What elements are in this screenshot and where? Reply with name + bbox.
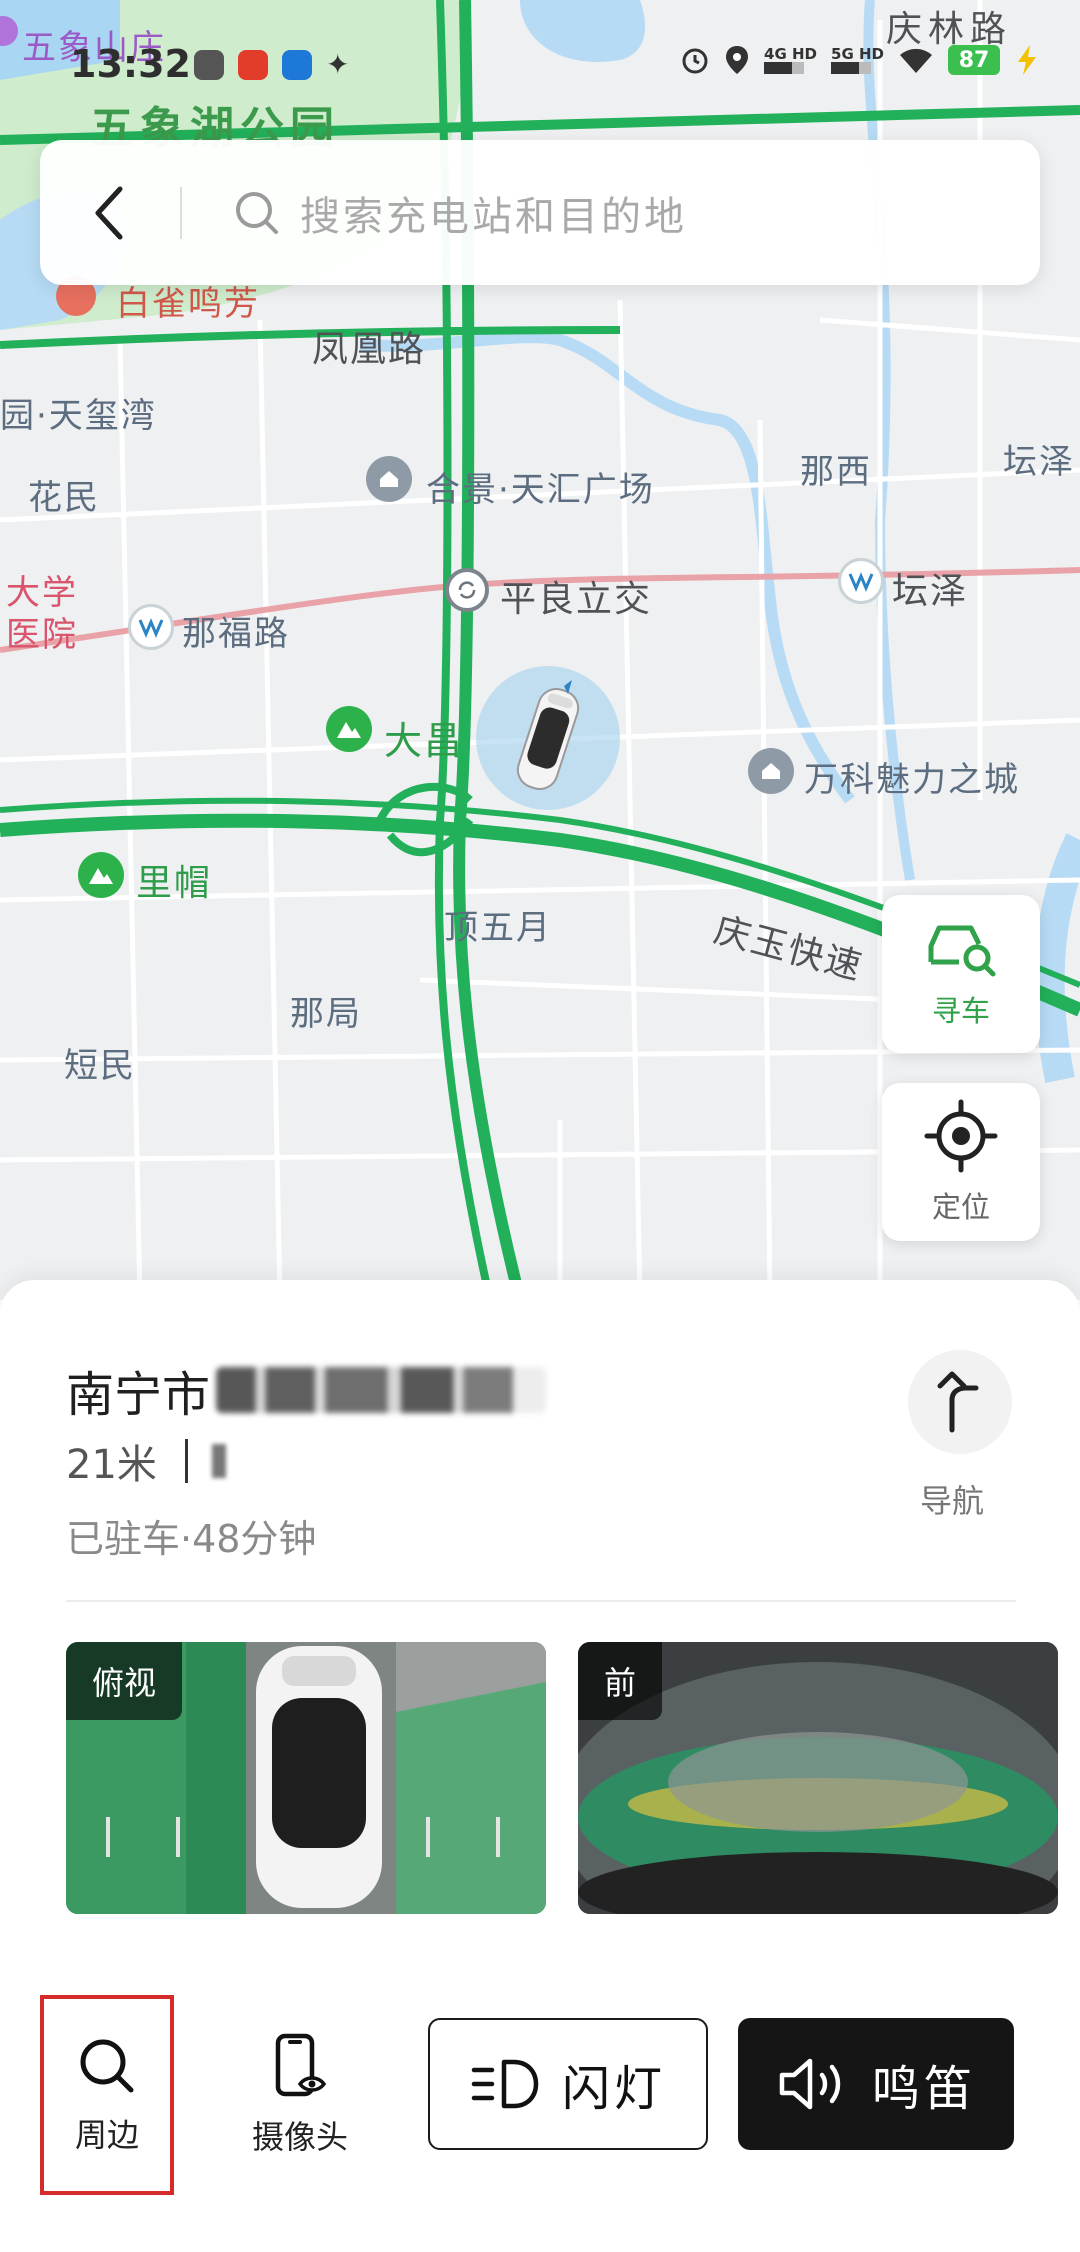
phone-camera-icon: [275, 2033, 327, 2097]
camera-button[interactable]: 摄像头: [232, 1995, 368, 2195]
navigation-arrow-icon: [937, 1371, 979, 1433]
car-location-marker[interactable]: [510, 680, 586, 798]
wifi-icon: [900, 48, 932, 73]
sheet-divider: [66, 1600, 1016, 1602]
map-label-limao: 里帽: [136, 863, 213, 904]
poi-pin-dachang[interactable]: [326, 706, 372, 752]
cellular-signal-1: 4G HD: [764, 46, 817, 74]
vehicle-address: 南宁市: [66, 1355, 547, 1425]
map-label-naju: 那局: [290, 994, 362, 1034]
front-camera-thumbnail[interactable]: 前: [578, 1642, 1058, 1914]
map-label-tanze-right: 坛泽: [1003, 442, 1075, 482]
status-time: 13:32: [70, 42, 191, 86]
poi-pin-hejing-plaza[interactable]: [366, 456, 412, 502]
find-car-button[interactable]: 寻车: [882, 895, 1040, 1053]
map-label-duanmin: 短民: [64, 1046, 136, 1086]
poi-pin-limao[interactable]: [78, 852, 124, 898]
horn-button[interactable]: 鸣笛: [738, 2018, 1014, 2150]
alipay-notification-icon: ✦: [326, 48, 350, 81]
cellular-signal-2: 5G HD: [831, 46, 884, 74]
address-redacted: [216, 1367, 547, 1413]
building-icon: [762, 763, 780, 779]
taobao-notification-icon: [238, 50, 268, 80]
mountain-icon: [337, 722, 361, 738]
distance-row: 21米: [66, 1432, 226, 1490]
map-label-tianxi-bay: 园·天玺湾: [0, 396, 157, 436]
back-button[interactable]: [40, 140, 180, 285]
locate-button[interactable]: 定位: [882, 1083, 1040, 1241]
headlight-icon: [471, 2059, 539, 2109]
alarm-icon: [682, 48, 708, 74]
system-status-icons: 4G HD 5G HD 87: [680, 44, 1040, 76]
search-input[interactable]: 搜索充电站和目的地: [182, 140, 1040, 285]
poi-pin-nafu-station[interactable]: [128, 604, 174, 650]
horn-label: 鸣笛: [871, 2061, 976, 2117]
vehicle-info-sheet: 南宁市 21米 已驻车·48分钟 导航 俯视 前 周边 摄像头 闪灯 鸣笛: [0, 1280, 1080, 2252]
surroundings-button[interactable]: 周边: [40, 1995, 174, 2195]
map-label-pingliang-interchange: 平良立交: [500, 579, 653, 620]
map-label-dingwuyue: 顶五月: [444, 908, 552, 948]
map-label-nafu-road: 那福路: [182, 614, 290, 654]
flash-lights-label: 闪灯: [561, 2061, 666, 2117]
status-bar: 13:32 ✦ 4G HD 5G HD 87: [0, 0, 1080, 130]
mountain-icon: [89, 868, 113, 884]
parked-status: 已驻车·48分钟: [66, 1517, 317, 1561]
interchange-icon: [458, 581, 476, 599]
find-car-icon: [928, 925, 996, 977]
top-view-tag: 俯视: [66, 1642, 183, 1720]
metro-station-icon: [848, 572, 874, 592]
address-city: 南宁市: [66, 1367, 211, 1423]
map-label-fenghuang-road: 凤凰路: [312, 329, 427, 370]
poi-pin-vanke-city[interactable]: [748, 748, 794, 794]
crosshair-icon: [924, 1099, 998, 1173]
chevron-left-icon: [95, 186, 123, 239]
poi-pin-pingliang-interchange[interactable]: [445, 568, 489, 612]
map-label-huamin: 花民: [28, 478, 100, 518]
surroundings-label: 周边: [74, 2116, 139, 2154]
navigate-label: 导航: [920, 1482, 985, 1520]
poi-pin-tanze-station[interactable]: [838, 558, 884, 604]
search-placeholder: 搜索充电站和目的地: [300, 193, 687, 240]
battery-indicator: 87: [948, 45, 1000, 75]
location-icon: [726, 46, 749, 74]
building-icon: [380, 471, 398, 487]
distance-redacted: [211, 1444, 226, 1478]
map-view[interactable]: 五象山庄 五象湖公园 白雀鸣芳 凤凰路 园·天玺湾 花民 合景·天汇广场 那西 …: [0, 0, 1080, 1300]
map-label-tanze-station: 坛泽: [892, 571, 969, 612]
distance-value: 21米: [66, 1442, 157, 1488]
notification-icons: ✦: [194, 50, 356, 80]
map-label-dachang: 大昌: [384, 719, 465, 763]
map-label-university-hospital: 大学 医院: [6, 573, 78, 655]
map-label-hejing-plaza: 合景·天汇广场: [426, 470, 655, 510]
top-view-camera-thumbnail[interactable]: 俯视: [66, 1642, 546, 1914]
locate-label: 定位: [931, 1190, 990, 1224]
distance-separator: [184, 1439, 188, 1483]
search-icon: [236, 191, 278, 234]
find-car-label: 寻车: [931, 994, 990, 1028]
charging-icon: [1018, 45, 1036, 75]
search-icon: [80, 2039, 134, 2093]
map-label-naxi: 那西: [800, 452, 872, 492]
speaker-icon: [779, 2058, 841, 2110]
navigate-button[interactable]: [908, 1350, 1012, 1454]
car-top-icon: [516, 680, 580, 791]
map-label-vanke-city: 万科魅力之城: [804, 760, 1020, 800]
app-notification-icon: [194, 50, 224, 80]
app-notification-icon: [282, 50, 312, 80]
search-bar: 搜索充电站和目的地: [40, 140, 1040, 285]
metro-station-icon: [138, 618, 164, 638]
camera-label: 摄像头: [251, 2118, 348, 2156]
flash-lights-button[interactable]: 闪灯: [428, 2018, 708, 2150]
front-view-tag: 前: [578, 1642, 663, 1720]
